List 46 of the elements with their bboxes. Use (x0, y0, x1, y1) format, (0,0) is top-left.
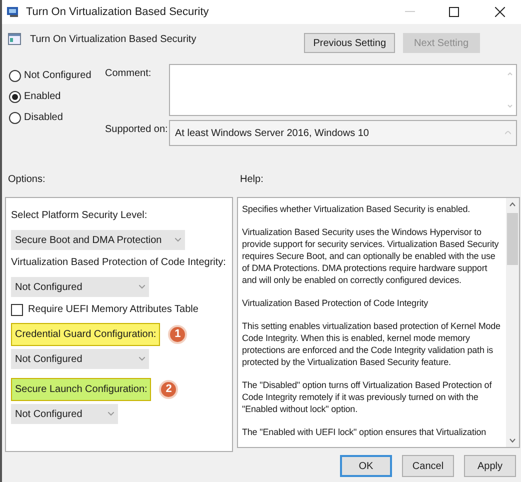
dropdown[interactable]: Not Configured (11, 404, 118, 424)
radio-button[interactable] (9, 70, 21, 82)
help-label: Help: (240, 173, 264, 187)
option-label: Virtualization Based Protection of Code Integrity: (11, 256, 226, 270)
scroll-up-icon (505, 131, 511, 135)
options-label: Options: (8, 173, 46, 187)
chevron-down-icon (108, 412, 114, 416)
dropdown[interactable]: Not Configured (11, 277, 149, 297)
highlighted-label: Secure Launch Configuration: (11, 378, 152, 401)
chevron-down-icon (139, 285, 145, 289)
cancel-button[interactable]: Cancel (402, 455, 454, 477)
help-paragraph: Specifies whether Virtualization Based Security is enabled. (242, 203, 472, 215)
app-icon (6, 6, 20, 18)
highlighted-label: Credential Guard Configuration: (11, 323, 160, 346)
radio-button[interactable] (9, 112, 21, 124)
checkbox-label[interactable]: Require UEFI Memory Attributes Table (28, 302, 198, 317)
chevron-down-icon (139, 357, 145, 361)
radio-label[interactable]: Not Configured (24, 68, 92, 83)
checkbox[interactable] (11, 304, 23, 316)
dropdown[interactable]: Not Configured (11, 349, 149, 369)
window-title: Turn On Virtualization Based Security (26, 4, 209, 20)
number-badge: 1 (168, 325, 188, 344)
help-paragraph: This setting enables virtualization based protection of Kernel Mode Code Integrity. When this is enabled, kernel mode memory protections are enforced and the Code Integrity validation path is protected by the Virtualization Based Security feature. (242, 320, 502, 368)
scrollbar-drawing[interactable] (506, 198, 519, 447)
maximize-icon[interactable] (449, 7, 459, 17)
radio-button[interactable] (9, 90, 21, 102)
help-paragraph: The "Disabled" option turns off Virtualization Based Protection of Code Integrity remotely if it was previously turned on with the "Enabled without lock" option. (242, 379, 493, 415)
ok-button[interactable]: OK (340, 455, 392, 477)
apply-button[interactable]: Apply (464, 455, 516, 477)
supported-on-value: At least Windows Server 2016, Windows 10 (175, 126, 370, 140)
number-badge: 2 (159, 380, 178, 399)
help-paragraph: Virtualization Based Protection of Code Integrity (242, 297, 430, 309)
policy-title: Turn On Virtualization Based Security (30, 33, 196, 47)
comment-field[interactable] (169, 64, 517, 116)
radio-label[interactable]: Disabled (24, 110, 63, 125)
help-paragraph: Virtualization Based Security uses the Windows Hypervisor to provide support for security services. Virtualization Based Security requires Secure Boot, and can optionally be enabled with the use of DMA Protections. DMA protections require hardware support and will only be enabled on correctly configured devices. (242, 226, 500, 286)
policy-icon (8, 33, 21, 45)
help-paragraph: The "Enabled with UEFI lock" option ensures that Virtualization (242, 426, 488, 438)
supported-on-label: Supported on: (105, 123, 169, 137)
comment-label: Comment: (105, 67, 152, 81)
chevron-down-icon (175, 238, 181, 242)
close-icon[interactable] (495, 7, 505, 17)
option-label: Select Platform Security Level: (11, 209, 148, 223)
previous-setting-button[interactable]: Previous Setting (304, 33, 396, 53)
radio-label[interactable]: Enabled (24, 89, 61, 104)
dropdown[interactable]: Secure Boot and DMA Protection (11, 230, 185, 250)
